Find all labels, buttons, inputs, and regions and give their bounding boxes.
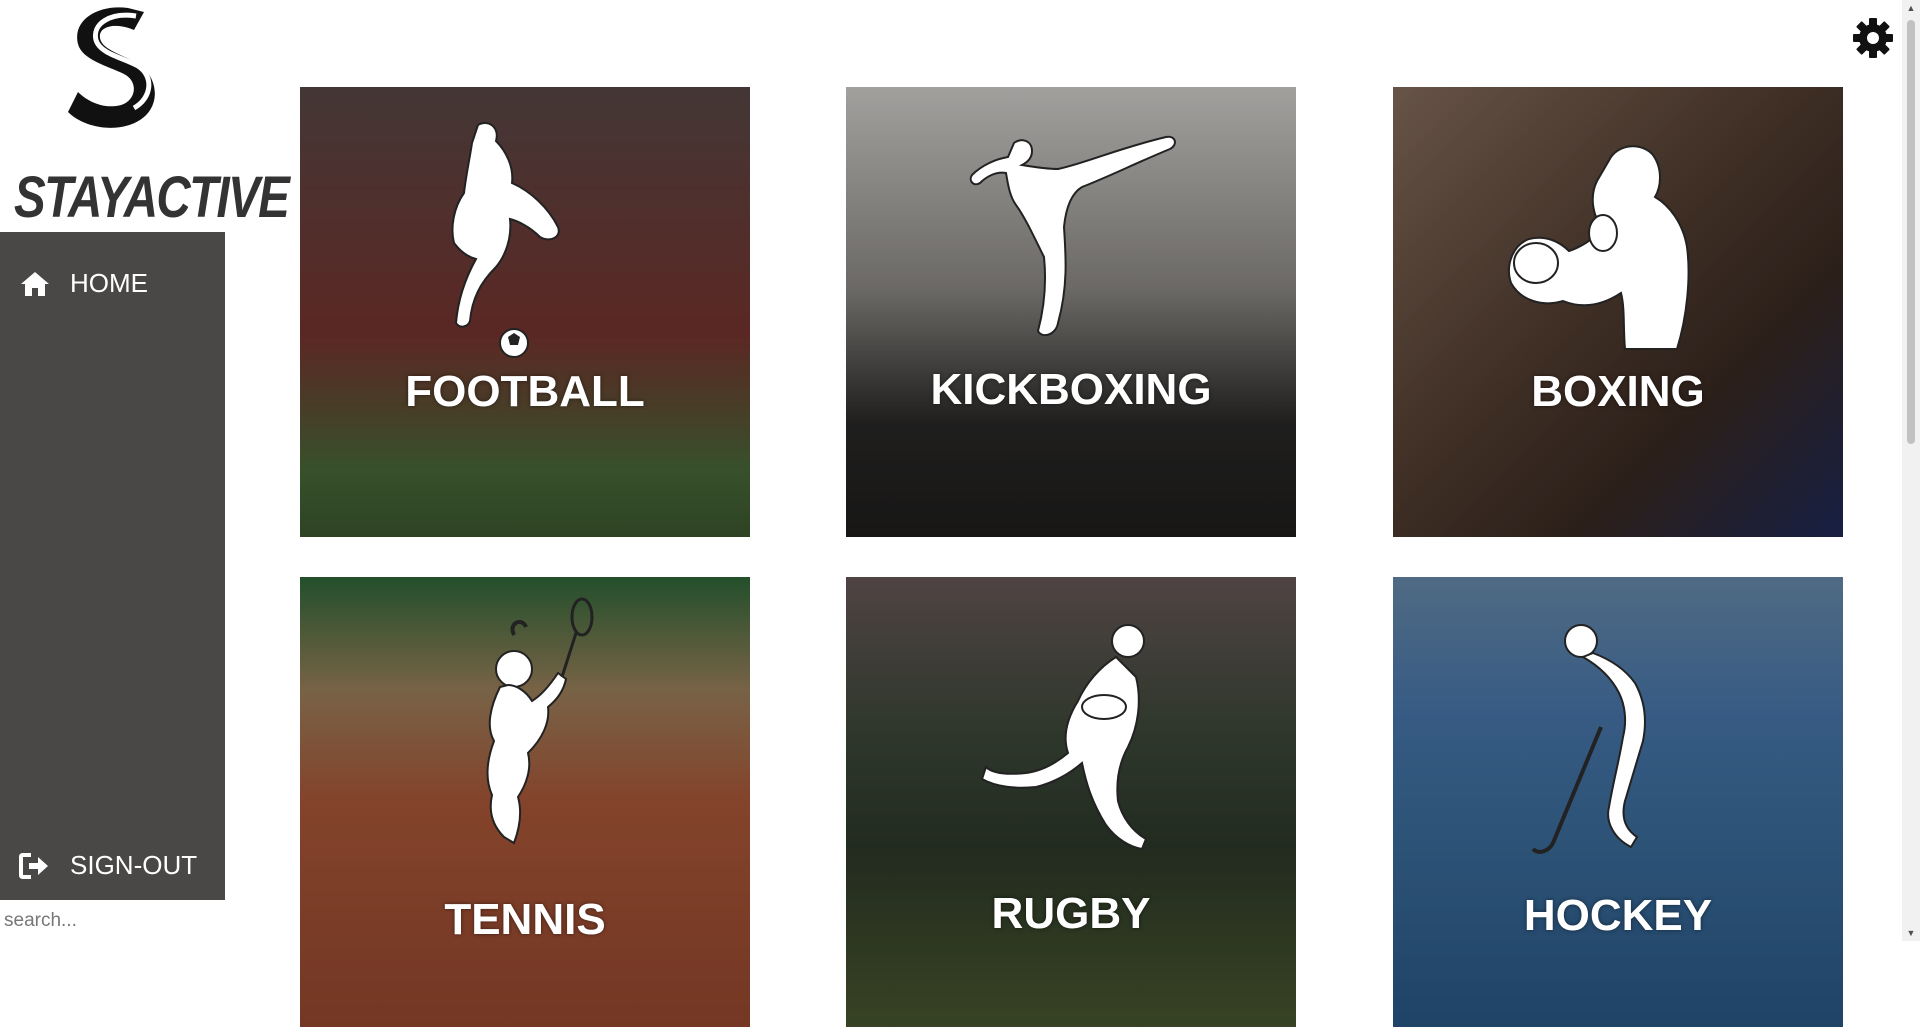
boxer-icon [1508,145,1690,350]
home-icon [18,269,52,299]
sport-tile-tennis[interactable]: TENNIS [300,577,750,1027]
rugby-player-icon [980,624,1148,851]
search-input[interactable] [0,905,225,937]
sidebar-item-label: SIGN-OUT [70,850,198,880]
sidebar-item-home[interactable]: HOME [18,268,148,299]
sport-tile-kickboxing[interactable]: KICKBOXING [846,87,1296,537]
sport-tile-label: TENNIS [444,895,606,944]
sport-tile-label: FOOTBALL [405,367,645,416]
sport-tile-football[interactable]: FOOTBALL [300,87,750,537]
scroll-up-arrow[interactable]: ▲ [1902,0,1920,16]
sport-tile-hockey[interactable]: HOCKEY [1393,577,1843,1027]
scrollbar[interactable]: ▲ ▼ [1902,0,1920,941]
kickboxer-icon [969,135,1176,337]
scroll-thumb[interactable] [1907,20,1915,444]
sport-tile-boxing[interactable]: BOXING [1393,87,1843,537]
logo-s-mark [68,7,155,128]
tennis-player-icon [486,597,594,845]
hockey-player-icon [1531,624,1646,854]
sidebar-item-sign-out[interactable]: SIGN-OUT [18,850,197,881]
sport-tile-label: RUGBY [991,889,1151,938]
sidebar: HOME SIGN-OUT [0,232,225,900]
football-player-icon [451,122,560,358]
sport-tile-label: HOCKEY [1523,891,1713,940]
sport-tile-label: BOXING [1531,367,1705,416]
sport-tile-label: KICKBOXING [930,365,1212,414]
gear-icon[interactable] [1852,17,1894,59]
scroll-down-arrow[interactable]: ▼ [1902,925,1920,941]
logo-text: STAYACTIVE [14,165,290,230]
sign-out-icon [18,851,52,881]
sport-tile-rugby[interactable]: RUGBY [846,577,1296,1027]
sidebar-item-label: HOME [70,268,148,298]
brand-logo[interactable]: STAYACTIVE [0,0,290,232]
